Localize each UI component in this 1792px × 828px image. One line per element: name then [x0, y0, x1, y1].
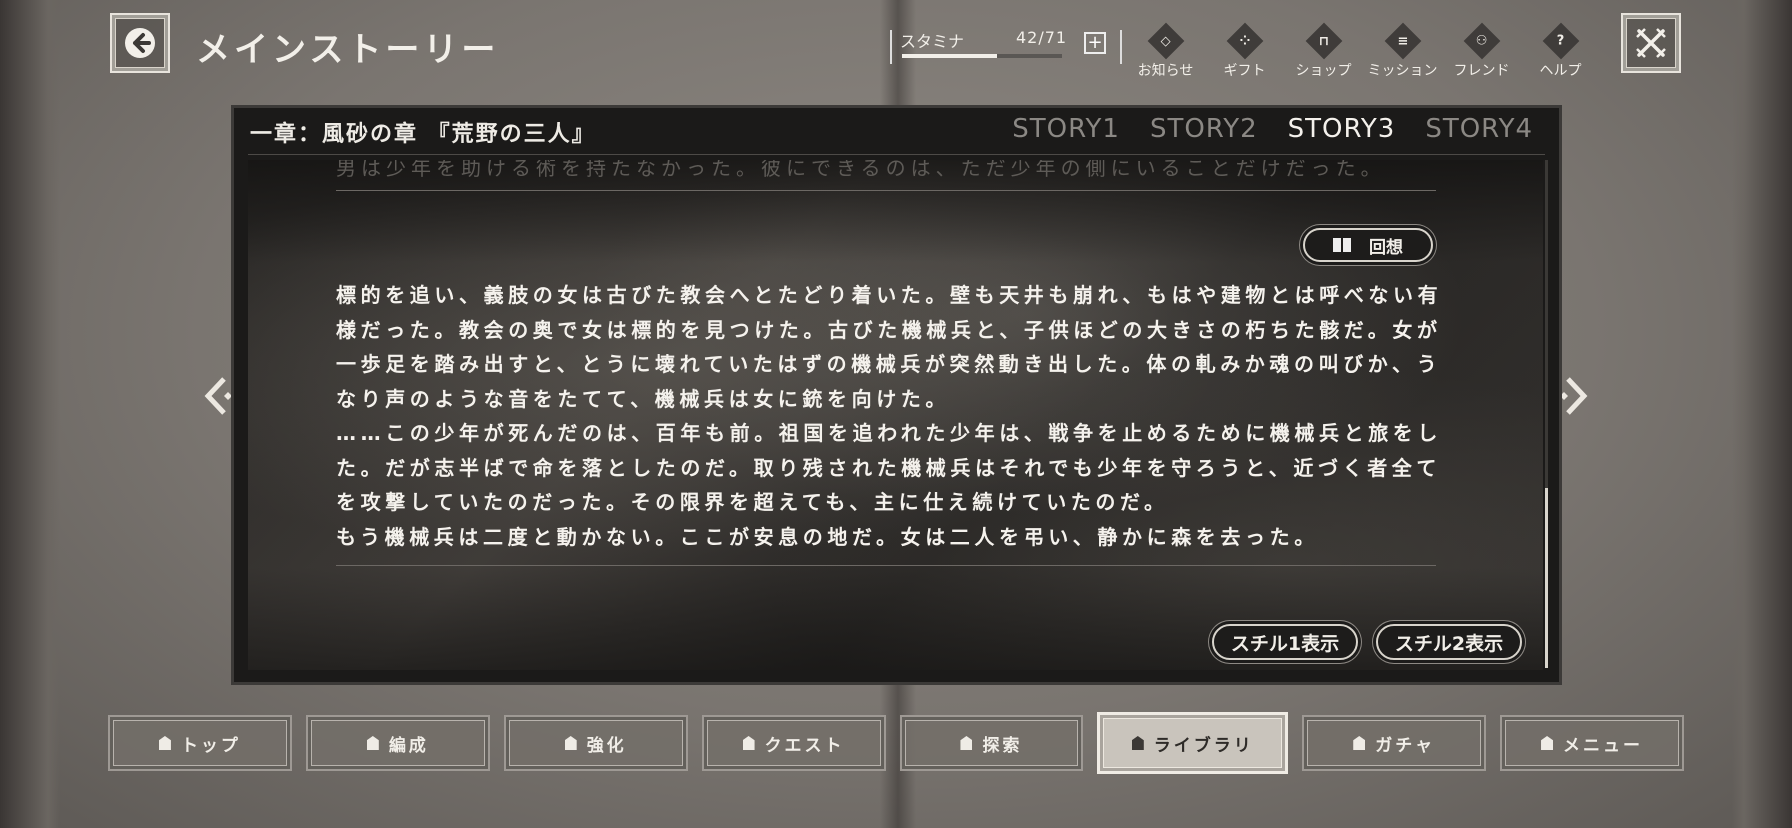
mission-icon: ≡	[1384, 22, 1421, 60]
menu-shop-label: ショップ	[1295, 63, 1352, 79]
add-stamina-button[interactable]: +	[1084, 32, 1106, 54]
story-tabs: STORY1 STORY2 STORY3 STORY4	[1012, 114, 1533, 144]
nav-quest-label: クエスト	[764, 735, 845, 756]
party-icon	[366, 736, 379, 750]
open-book-icon	[1333, 238, 1351, 252]
nav-explore-label: 探索	[982, 735, 1023, 756]
stamina-divider-right	[1120, 30, 1122, 64]
gift-icon: ⁘	[1226, 22, 1263, 60]
crossed-swords-close-icon	[1636, 28, 1666, 58]
help-icon: ?	[1542, 22, 1579, 60]
story-text-area[interactable]: 男は少年を助ける術を持たなかった。彼にできるのは、ただ少年の側にいることだけだっ…	[248, 160, 1543, 670]
stamina-label: スタミナ	[900, 32, 965, 51]
tab-story3[interactable]: STORY3	[1288, 114, 1396, 144]
menu-notice-label: お知らせ	[1137, 63, 1194, 79]
menu-help[interactable]: ? ヘルプ	[1521, 22, 1600, 82]
top-icon	[158, 736, 171, 750]
nav-top-label: トップ	[180, 735, 241, 756]
menu-friend-label: フレンド	[1453, 63, 1510, 79]
stamina-value: 42/71	[1016, 28, 1068, 47]
menu-notice[interactable]: ◇ お知らせ	[1126, 22, 1205, 82]
story-panel: 一章：風砂の章 『荒野の三人』 STORY1 STORY2 STORY3 STO…	[231, 105, 1562, 685]
friend-icon: ⚇	[1463, 22, 1500, 60]
menu-friend[interactable]: ⚇ フレンド	[1442, 22, 1521, 82]
stamina-divider-left	[890, 30, 892, 64]
shop-icon: ⊓	[1305, 22, 1342, 60]
tab-story2[interactable]: STORY2	[1150, 114, 1258, 144]
text-rule-top	[336, 190, 1436, 191]
nav-library-label: ライブラリ	[1153, 735, 1254, 756]
right-border-shade	[1732, 0, 1792, 828]
nav-party-label: 編成	[388, 735, 429, 756]
left-border-shade	[0, 0, 60, 828]
story-paragraph: もう機械兵は二度と動かない。ここが安息の地だ。女は二人を弔い、静かに森を去った。	[336, 524, 1319, 549]
stamina-meter: スタミナ 42/71 +	[890, 28, 1122, 64]
top-menu: ◇ お知らせ ⁘ ギフト ⊓ ショップ ≡ ミッション ⚇ フレンド ? ヘルプ	[1126, 22, 1600, 82]
menu-mission[interactable]: ≡ ミッション	[1363, 22, 1442, 82]
bottom-navigation: トップ 編成 強化 クエスト 探索 ライブラリ ガチャ メニュー	[108, 712, 1684, 774]
nav-enhance[interactable]: 強化	[503, 715, 688, 771]
recall-button[interactable]: 回想	[1303, 228, 1433, 262]
menu-mission-label: ミッション	[1367, 63, 1438, 79]
recall-label: 回想	[1369, 237, 1403, 258]
menu-gift[interactable]: ⁘ ギフト	[1205, 22, 1284, 82]
menu-icon	[1541, 736, 1554, 750]
nav-library[interactable]: ライブラリ	[1097, 712, 1289, 774]
notice-icon: ◇	[1147, 22, 1184, 60]
menu-gift-label: ギフト	[1223, 63, 1266, 79]
story-text: 標的を追い、義肢の女は古びた教会へとたどり着いた。壁も天井も崩れ、もはや建物とは…	[336, 278, 1446, 554]
story-paragraph: 標的を追い、義肢の女は古びた教会へとたどり着いた。壁も天井も崩れ、もはや建物とは…	[336, 283, 1443, 411]
gacha-icon	[1353, 736, 1366, 750]
nav-explore[interactable]: 探索	[899, 715, 1084, 771]
chapter-title: 一章：風砂の章 『荒野の三人』	[250, 122, 596, 147]
close-button[interactable]	[1621, 13, 1681, 73]
tab-story4[interactable]: STORY4	[1425, 114, 1533, 144]
tab-story1[interactable]: STORY1	[1012, 114, 1120, 144]
show-still-1-button[interactable]: スチル1表示	[1212, 624, 1358, 660]
nav-top[interactable]: トップ	[108, 715, 292, 771]
back-arrow-icon	[125, 28, 155, 58]
text-rule-bottom	[336, 565, 1436, 566]
nav-menu-label: メニュー	[1563, 735, 1644, 756]
enhance-icon	[564, 736, 577, 750]
nav-gacha-label: ガチャ	[1375, 735, 1436, 756]
nav-enhance-label: 強化	[586, 735, 627, 756]
nav-menu[interactable]: メニュー	[1500, 715, 1684, 771]
show-still-2-button[interactable]: スチル2表示	[1376, 624, 1522, 660]
back-button[interactable]	[110, 13, 170, 73]
menu-shop[interactable]: ⊓ ショップ	[1284, 22, 1363, 82]
menu-help-label: ヘルプ	[1539, 63, 1582, 79]
nav-party[interactable]: 編成	[305, 715, 490, 771]
explore-icon	[960, 736, 973, 750]
quest-icon	[742, 736, 755, 750]
stamina-bar-fill	[902, 54, 997, 58]
nav-gacha[interactable]: ガチャ	[1302, 715, 1487, 771]
nav-quest[interactable]: クエスト	[701, 715, 886, 771]
story-paragraph: ……この少年が死んだのは、百年も前。祖国を追われた少年は、戦争を止めるために機械…	[336, 421, 1442, 514]
panel-divider	[248, 154, 1545, 155]
scrollbar-thumb[interactable]	[1545, 488, 1548, 668]
library-icon	[1131, 736, 1144, 750]
page-title: メインストーリー	[196, 30, 500, 70]
previous-text-line: 男は少年を助ける術を持たなかった。彼にできるのは、ただ少年の側にいることだけだっ…	[336, 160, 1386, 180]
